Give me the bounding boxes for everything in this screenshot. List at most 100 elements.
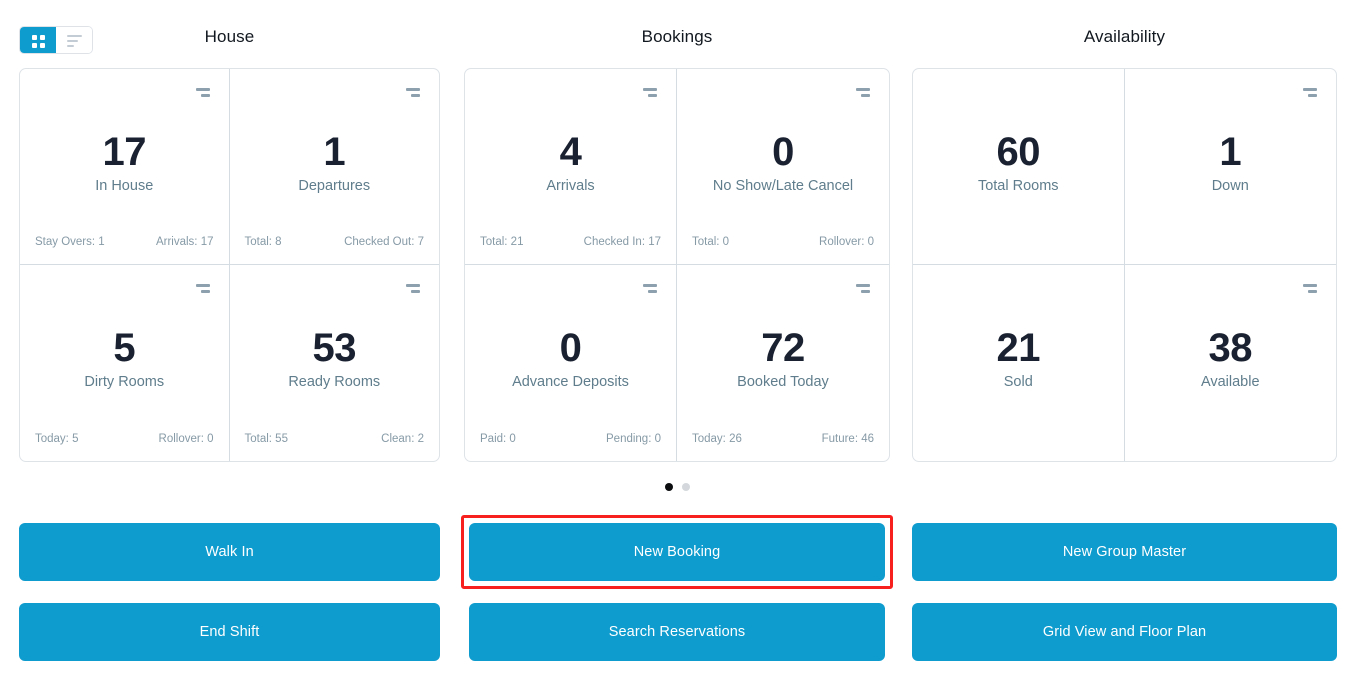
stat-foot-left: Today: 5	[35, 433, 78, 445]
stat-label: Sold	[1004, 372, 1033, 392]
stat-label: Down	[1212, 176, 1249, 196]
card-options-icon[interactable]	[196, 284, 210, 293]
stat-card-footer: Today: 5 Rollover: 0	[34, 431, 215, 447]
stat-card-no-show-late-cancel[interactable]: 0 No Show/Late Cancel Total: 0 Rollover:…	[677, 69, 889, 265]
stat-foot-left: Stay Overs: 1	[35, 236, 105, 248]
stat-foot-right: Clean: 2	[381, 433, 424, 445]
panel-title-bookings: Bookings	[464, 27, 890, 47]
card-options-icon[interactable]	[1303, 88, 1317, 97]
card-options-icon[interactable]	[406, 88, 420, 97]
grid-view-floor-plan-button[interactable]: Grid View and Floor Plan	[912, 603, 1337, 661]
stat-foot-left: Total: 21	[480, 236, 523, 248]
stat-value: 1	[1219, 130, 1241, 174]
pagination-dot-1[interactable]	[665, 483, 673, 491]
stat-card-footer	[1139, 234, 1323, 250]
stat-label: Booked Today	[737, 372, 829, 392]
stat-card-body: 17 In House	[34, 91, 215, 234]
panel-house: 17 In House Stay Overs: 1 Arrivals: 17 1…	[19, 68, 440, 462]
stat-card-total-rooms[interactable]: 60 Total Rooms	[913, 69, 1125, 265]
stat-card-footer: Total: 8 Checked Out: 7	[244, 234, 426, 250]
stat-value: 4	[560, 130, 582, 174]
stat-value: 17	[103, 130, 147, 174]
stat-card-footer: Stay Overs: 1 Arrivals: 17	[34, 234, 215, 250]
stat-card-body: 0 No Show/Late Cancel	[691, 91, 875, 234]
stat-value: 21	[997, 326, 1041, 370]
stat-card-body: 1 Down	[1139, 91, 1323, 234]
stat-card-in-house[interactable]: 17 In House Stay Overs: 1 Arrivals: 17	[20, 69, 230, 265]
stat-card-body: 53 Ready Rooms	[244, 287, 426, 431]
panel-bookings: 4 Arrivals Total: 21 Checked In: 17 0 No…	[464, 68, 890, 462]
stat-foot-right: Rollover: 0	[819, 236, 874, 248]
stat-card-footer: Total: 21 Checked In: 17	[479, 234, 662, 250]
stat-card-body: 60 Total Rooms	[927, 91, 1110, 234]
stat-card-body: 21 Sold	[927, 287, 1110, 431]
stat-card-body: 72 Booked Today	[691, 287, 875, 431]
stat-foot-right: Checked In: 17	[584, 236, 661, 248]
stat-foot-right: Future: 46	[822, 433, 874, 445]
card-options-icon[interactable]	[1303, 284, 1317, 293]
end-shift-button[interactable]: End Shift	[19, 603, 440, 661]
stat-value: 72	[761, 326, 805, 370]
card-options-icon[interactable]	[643, 88, 657, 97]
new-group-master-button[interactable]: New Group Master	[912, 523, 1337, 581]
stat-card-footer: Paid: 0 Pending: 0	[479, 431, 662, 447]
stat-card-footer: Total: 55 Clean: 2	[244, 431, 426, 447]
stat-card-advance-deposits[interactable]: 0 Advance Deposits Paid: 0 Pending: 0	[465, 265, 677, 461]
stat-label: Ready Rooms	[288, 372, 380, 392]
card-options-icon[interactable]	[856, 88, 870, 97]
dashboard-root: House Bookings Availability 17 In House …	[0, 0, 1358, 679]
stat-label: Total Rooms	[978, 176, 1059, 196]
stat-card-body: 0 Advance Deposits	[479, 287, 662, 431]
panel-title-house: House	[19, 27, 440, 47]
panel-availability: 60 Total Rooms 1 Down 21 Sold 38 Avai	[912, 68, 1337, 462]
panel-title-availability: Availability	[912, 27, 1337, 47]
stat-card-down[interactable]: 1 Down	[1125, 69, 1337, 265]
card-options-icon[interactable]	[406, 284, 420, 293]
stat-foot-right: Arrivals: 17	[156, 236, 214, 248]
walk-in-button[interactable]: Walk In	[19, 523, 440, 581]
card-options-icon[interactable]	[196, 88, 210, 97]
stat-card-booked-today[interactable]: 72 Booked Today Today: 26 Future: 46	[677, 265, 889, 461]
search-reservations-button[interactable]: Search Reservations	[469, 603, 885, 661]
stat-card-sold[interactable]: 21 Sold	[913, 265, 1125, 461]
new-booking-button[interactable]: New Booking	[469, 523, 885, 581]
stat-value: 1	[323, 130, 345, 174]
stat-value: 60	[997, 130, 1041, 174]
stat-card-footer: Today: 26 Future: 46	[691, 431, 875, 447]
stat-card-departures[interactable]: 1 Departures Total: 8 Checked Out: 7	[230, 69, 440, 265]
stat-foot-left: Today: 26	[692, 433, 742, 445]
stat-label: Available	[1201, 372, 1260, 392]
stat-card-footer	[927, 431, 1110, 447]
card-options-icon[interactable]	[856, 284, 870, 293]
stat-label: In House	[95, 176, 153, 196]
stat-value: 38	[1209, 326, 1253, 370]
stat-label: Advance Deposits	[512, 372, 629, 392]
stat-label: No Show/Late Cancel	[713, 176, 853, 196]
stat-card-footer: Total: 0 Rollover: 0	[691, 234, 875, 250]
stat-card-footer	[1139, 431, 1323, 447]
stat-label: Arrivals	[546, 176, 594, 196]
stat-card-body: 4 Arrivals	[479, 91, 662, 234]
stat-value: 0	[560, 326, 582, 370]
stat-card-body: 5 Dirty Rooms	[34, 287, 215, 431]
stat-card-body: 1 Departures	[244, 91, 426, 234]
stat-card-ready-rooms[interactable]: 53 Ready Rooms Total: 55 Clean: 2	[230, 265, 440, 461]
stat-label: Dirty Rooms	[84, 372, 164, 392]
stat-card-body: 38 Available	[1139, 287, 1323, 431]
stat-foot-left: Total: 55	[245, 433, 288, 445]
stat-label: Departures	[298, 176, 370, 196]
dashboard-header: House Bookings Availability	[0, 0, 1358, 62]
stat-card-footer	[927, 234, 1110, 250]
stat-value: 0	[772, 130, 794, 174]
stat-value: 5	[113, 326, 135, 370]
carousel-pagination[interactable]	[464, 483, 890, 491]
stat-foot-right: Checked Out: 7	[344, 236, 424, 248]
stat-foot-left: Total: 0	[692, 236, 729, 248]
card-options-icon[interactable]	[643, 284, 657, 293]
stat-card-available[interactable]: 38 Available	[1125, 265, 1337, 461]
stat-card-dirty-rooms[interactable]: 5 Dirty Rooms Today: 5 Rollover: 0	[20, 265, 230, 461]
stat-card-arrivals[interactable]: 4 Arrivals Total: 21 Checked In: 17	[465, 69, 677, 265]
pagination-dot-2[interactable]	[682, 483, 690, 491]
stat-foot-left: Total: 8	[245, 236, 282, 248]
stat-foot-left: Paid: 0	[480, 433, 516, 445]
